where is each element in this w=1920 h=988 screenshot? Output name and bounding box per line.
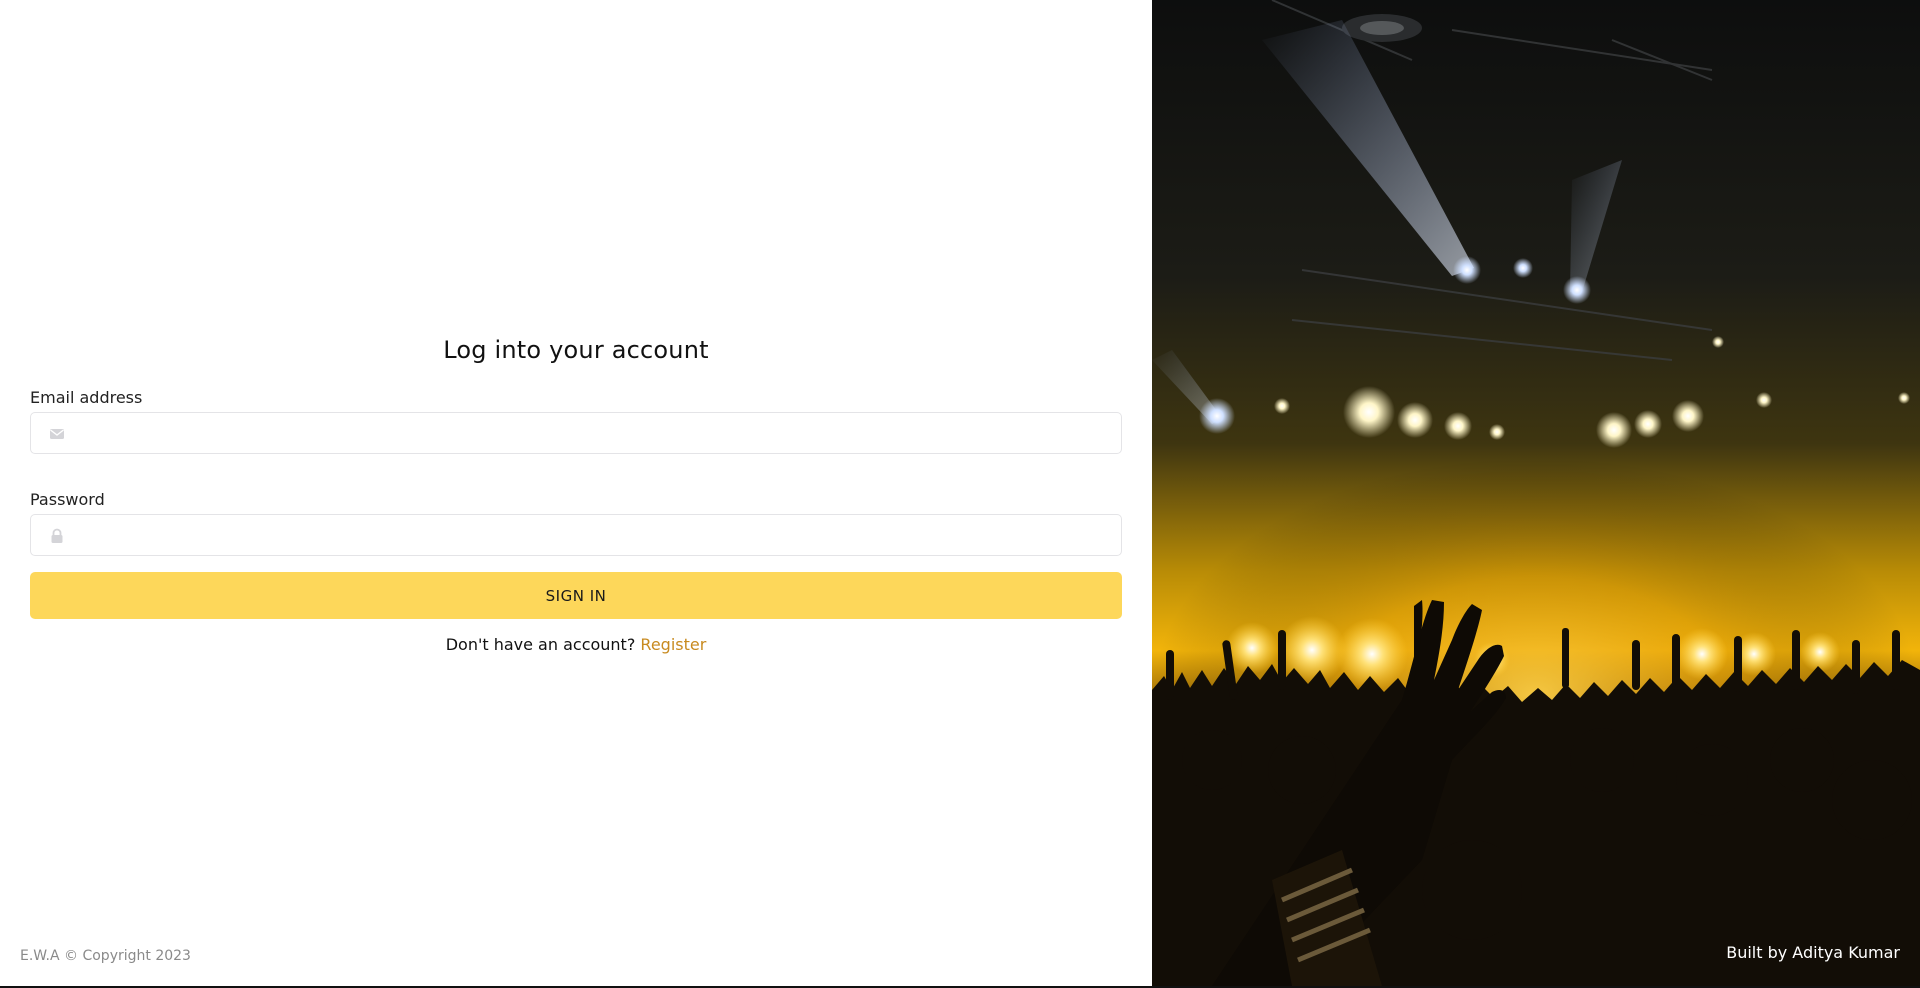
register-link[interactable]: Register	[640, 635, 706, 654]
concert-crowd-image	[1152, 0, 1920, 986]
login-page: Log into your account Email address Pass…	[0, 0, 1920, 988]
lock-icon	[49, 528, 65, 544]
copyright-text: E.W.A © Copyright 2023	[20, 948, 191, 964]
sign-in-button[interactable]: SIGN IN	[30, 572, 1122, 619]
password-label: Password	[30, 490, 105, 509]
password-input[interactable]	[79, 515, 1109, 555]
register-prompt-line: Don't have an account? Register	[30, 635, 1122, 654]
email-field-wrapper[interactable]	[30, 412, 1122, 454]
credit-text: Built by Aditya Kumar	[1726, 943, 1900, 962]
password-field-wrapper[interactable]	[30, 514, 1122, 556]
email-label: Email address	[30, 388, 143, 407]
email-input[interactable]	[79, 413, 1109, 453]
register-prompt-text: Don't have an account?	[445, 635, 636, 654]
envelope-icon	[49, 426, 65, 442]
login-panel: Log into your account Email address Pass…	[0, 0, 1152, 986]
login-form: Log into your account Email address Pass…	[30, 336, 1122, 654]
page-title: Log into your account	[443, 336, 709, 364]
hero-image-panel: Built by Aditya Kumar	[1152, 0, 1920, 986]
